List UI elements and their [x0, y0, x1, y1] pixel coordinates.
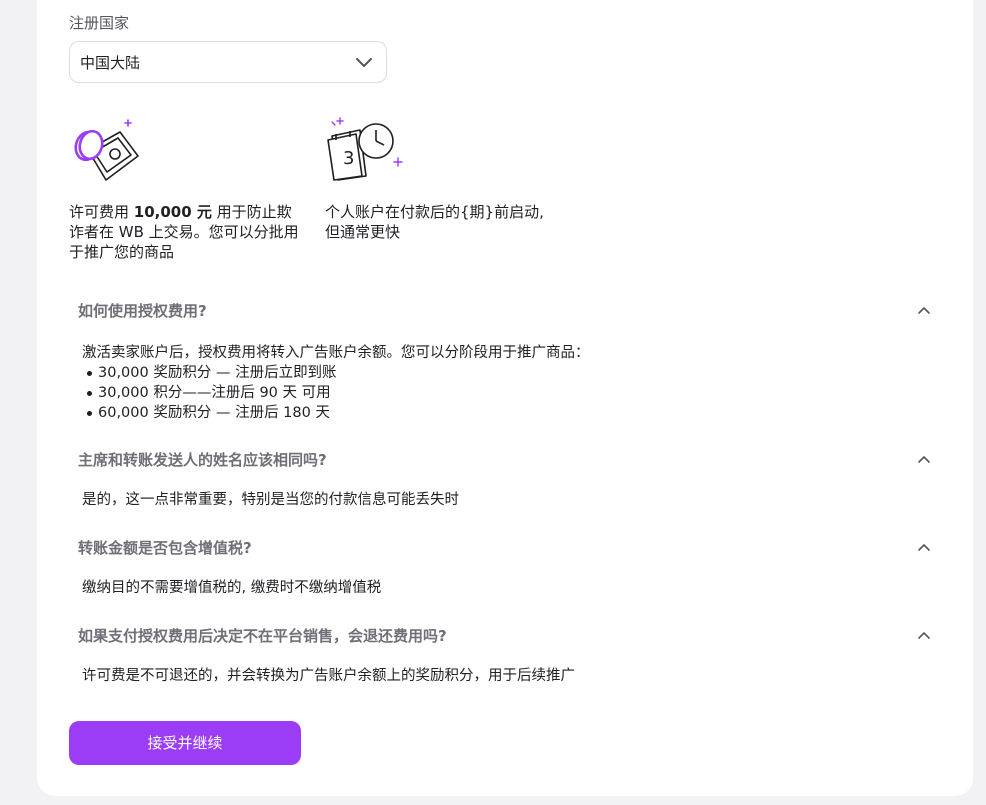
faq-question-2[interactable]: 主席和转账发送人的姓名应该相同吗?: [78, 449, 938, 471]
calendar-clock-icon: 3: [327, 117, 403, 181]
faq-question-text: 主席和转账发送人的姓名应该相同吗?: [78, 451, 327, 469]
faq-answer-1: 激活卖家账户后，授权费用将转入广告账户余额。您可以分阶段用于推广商品： 30,0…: [82, 343, 902, 423]
chevron-up-icon[interactable]: [917, 305, 931, 315]
faq-question-1[interactable]: 如何使用授权费用?: [78, 300, 938, 322]
chevron-up-icon[interactable]: [917, 542, 931, 552]
money-coin-icon: [74, 119, 139, 181]
country-select-value: 中国大陆: [80, 54, 141, 72]
list-item: 30,000 积分——注册后 90 天 可用: [82, 383, 902, 403]
faq-answer-4: 许可费是不可退还的，并会转换为广告账户余额上的奖励积分，用于后续推广: [82, 668, 575, 684]
faq-question-text: 如何使用授权费用?: [78, 302, 207, 320]
chevron-down-icon: [356, 58, 372, 67]
faq-answer-text: 激活卖家账户后，授权费用将转入广告账户余额。您可以分阶段用于推广商品：: [82, 345, 590, 361]
license-fee-text-before: 许可费用: [69, 203, 134, 221]
faq-answer-2: 是的，这一点非常重要，特别是当您的付款信息可能丢失时: [82, 492, 459, 508]
account-activation-info: 个人账户在付款后的{期}前启动,但通常更快: [325, 203, 544, 241]
faq-answer-3: 缴纳目的不需要增值税的, 缴费时不缴纳增值税: [82, 580, 382, 596]
list-item: 60,000 奖励积分 — 注册后 180 天: [82, 403, 902, 423]
chevron-up-icon[interactable]: [917, 630, 931, 640]
accept-and-continue-button[interactable]: 接受并继续: [69, 721, 301, 765]
chevron-up-icon[interactable]: [917, 454, 931, 464]
license-fee-amount: 10,000 元: [133, 203, 212, 221]
license-fee-info: 许可费用 10,000 元 用于防止欺诈者在 WB 上交易。您可以分批用于推广您…: [69, 202, 301, 262]
faq-question-4[interactable]: 如果支付授权费用后决定不在平台销售，会退还费用吗?: [78, 625, 938, 647]
faq-answer-bullets: 30,000 奖励积分 — 注册后立即到账 30,000 积分——注册后 90 …: [82, 363, 902, 423]
list-item: 30,000 奖励积分 — 注册后立即到账: [82, 363, 902, 383]
country-label: 注册国家: [69, 14, 130, 32]
faq-question-3[interactable]: 转账金额是否包含增值税?: [78, 537, 938, 559]
svg-text:3: 3: [343, 148, 354, 169]
faq-question-text: 如果支付授权费用后决定不在平台销售，会退还费用吗?: [78, 627, 447, 645]
faq-question-text: 转账金额是否包含增值税?: [78, 539, 252, 557]
country-select[interactable]: 中国大陆: [69, 41, 387, 83]
